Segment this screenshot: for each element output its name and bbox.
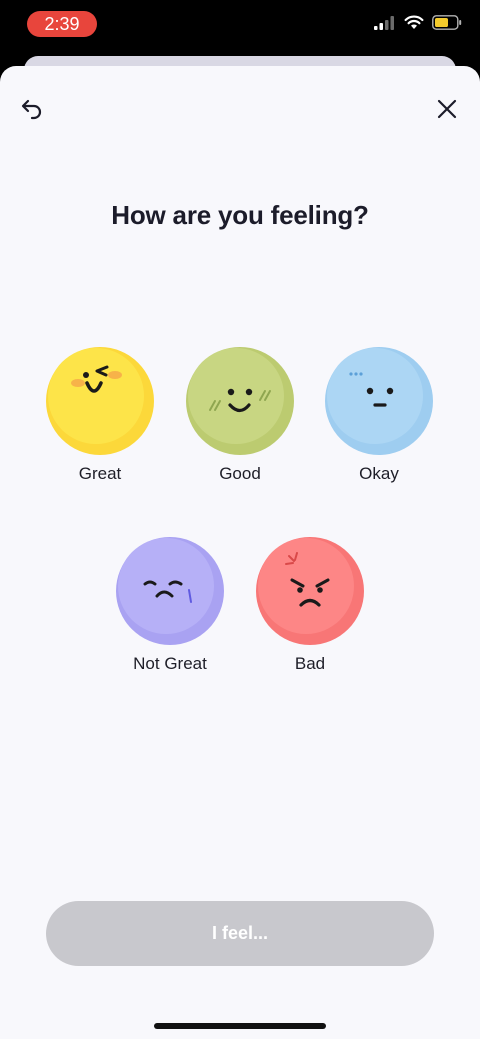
mood-label-good: Good	[219, 464, 261, 483]
mood-option-good[interactable]: Good	[176, 346, 304, 496]
mood-label-bad: Bad	[294, 654, 326, 673]
i-feel-button[interactable]: I feel...	[46, 901, 434, 966]
status-bar: 2:39	[0, 0, 480, 56]
mood-label-okay: Okay	[359, 464, 399, 483]
wifi-icon	[404, 15, 424, 35]
mood-label-great: Great	[78, 464, 122, 483]
close-icon	[437, 99, 457, 124]
cellular-signal-icon	[374, 15, 396, 35]
okay-face-icon	[325, 347, 433, 455]
mood-option-great[interactable]: Great	[36, 346, 164, 496]
battery-icon	[432, 15, 462, 35]
mood-option-okay[interactable]: Okay	[315, 346, 443, 496]
status-time: 2:39	[27, 11, 97, 37]
mood-option-not-great[interactable]: Not Great	[106, 536, 234, 686]
undo-arrow-icon	[20, 98, 44, 125]
back-button[interactable]	[12, 91, 52, 131]
good-face-icon	[186, 347, 294, 455]
bad-face-icon	[256, 537, 364, 645]
mood-option-bad[interactable]: Bad	[246, 536, 374, 686]
status-icons	[374, 14, 462, 36]
page-title: How are you feeling?	[111, 200, 369, 230]
not-great-face-icon	[116, 537, 224, 645]
close-button[interactable]	[427, 91, 467, 131]
mood-label-not-great: Not Great	[133, 654, 207, 673]
home-indicator[interactable]	[154, 1023, 326, 1029]
great-face-icon	[46, 347, 154, 455]
